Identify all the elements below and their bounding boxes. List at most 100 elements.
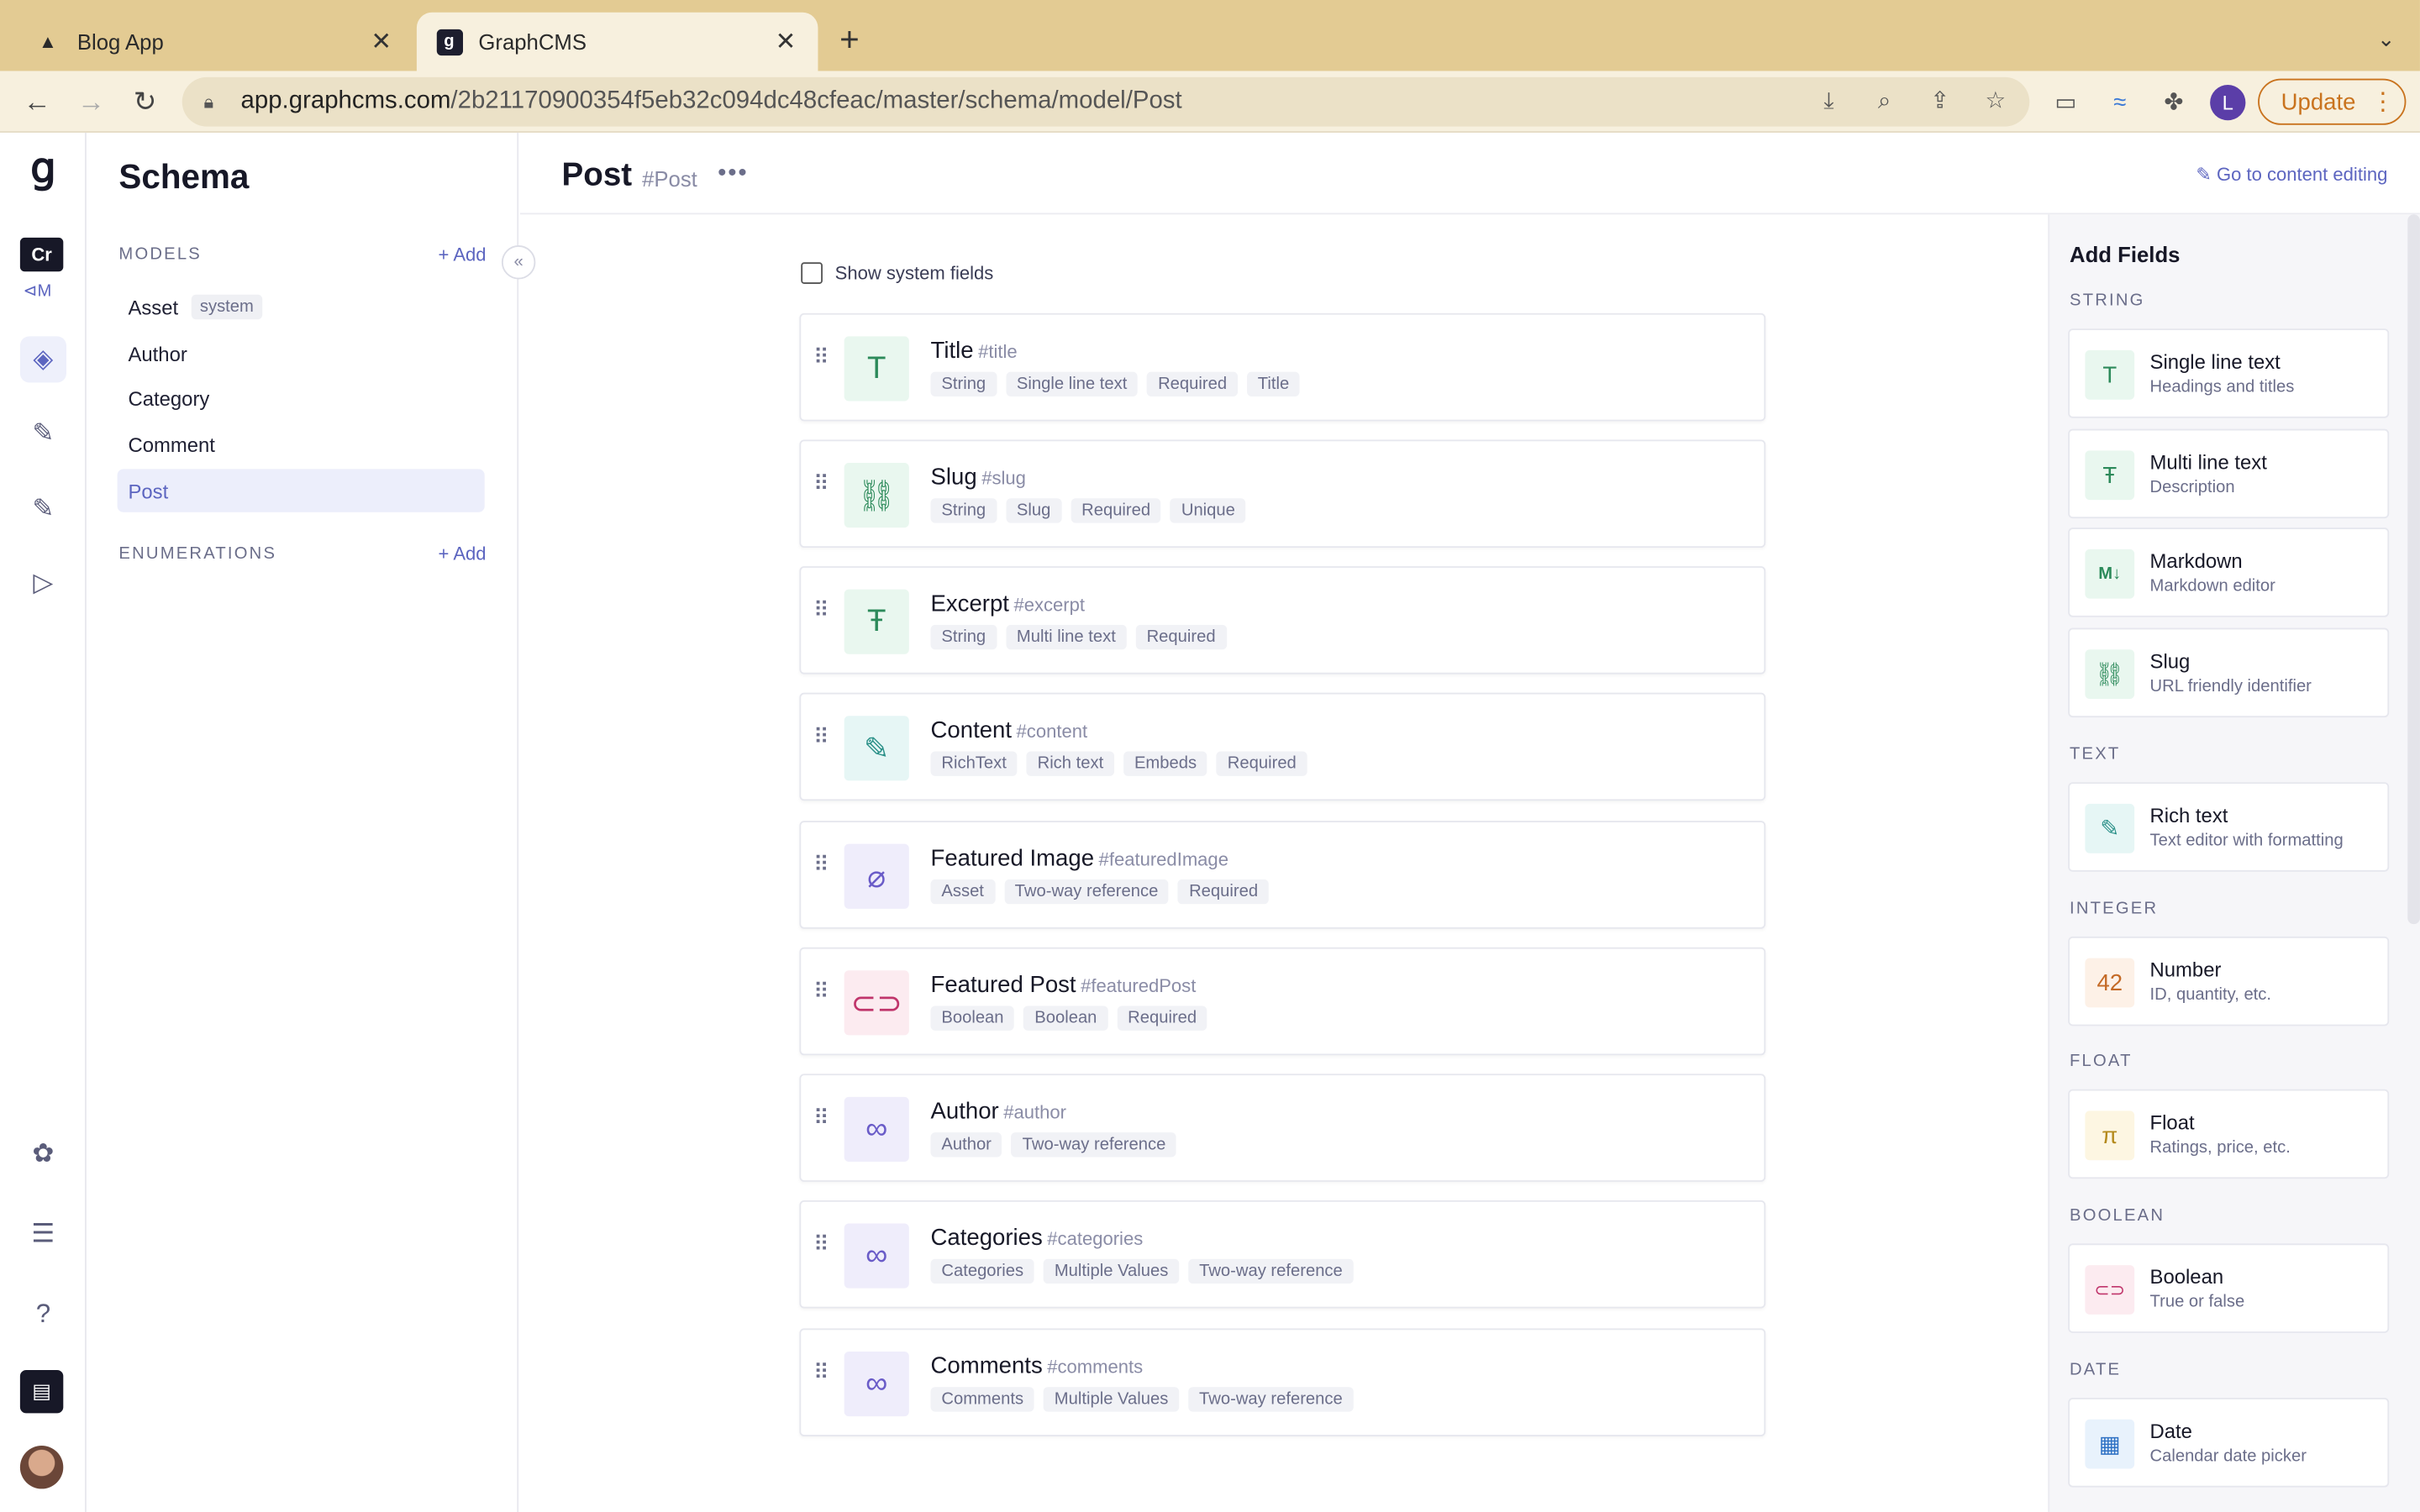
close-icon[interactable]: ✕ xyxy=(771,26,799,57)
tab-blog-app[interactable]: ▲ Blog App ✕ xyxy=(15,13,413,71)
new-tab-plus-icon[interactable]: + xyxy=(839,23,860,57)
field-type-name: Multi line text xyxy=(2149,450,2267,474)
reference-icon: ∞ xyxy=(844,1223,909,1289)
tab-graphcms[interactable]: g GraphCMS ✕ xyxy=(416,12,818,71)
reload-icon[interactable]: ↻ xyxy=(127,83,164,120)
graphcms-logo-icon[interactable]: 𝗀 xyxy=(20,144,66,192)
number-icon: 42 xyxy=(2085,958,2135,1008)
forward-arrow-icon[interactable]: → xyxy=(72,83,109,120)
chat-icon[interactable]: ▤ xyxy=(19,1369,64,1414)
model-name: Asset xyxy=(128,295,179,319)
field-api-id: #excerpt xyxy=(1013,594,1085,616)
zoom-icon[interactable]: ⌕ xyxy=(1869,87,1900,118)
field-type-slug[interactable]: ⛓︎ Slug URL friendly identifier xyxy=(2068,627,2390,718)
project-badge[interactable]: Cr xyxy=(19,237,64,272)
profile-avatar[interactable]: L xyxy=(2210,85,2246,121)
model-name: Comment xyxy=(128,433,215,456)
drag-handle-icon[interactable]: ⠿ xyxy=(813,853,832,890)
field-type-number[interactable]: 42 Number ID, quantity, etc. xyxy=(2068,936,2390,1026)
schema-layers-icon[interactable]: ◈ xyxy=(19,336,66,383)
field-type-boolean[interactable]: ⊂⊃ Boolean True or false xyxy=(2068,1243,2390,1333)
close-icon[interactable]: ✕ xyxy=(367,26,395,57)
model-item-post[interactable]: Post xyxy=(117,469,485,512)
field-type-name: Single line text xyxy=(2149,349,2281,374)
content-edit-icon[interactable]: ✎ xyxy=(20,486,66,533)
field-tag: Required xyxy=(1117,1005,1208,1031)
field-type-float[interactable]: π Float Ratings, price, etc. xyxy=(2068,1089,2390,1179)
field-name-text: Featured Post xyxy=(930,972,1076,999)
checkbox[interactable] xyxy=(801,262,823,284)
add-fields-panel: Add Fields STRING T Single line text Hea… xyxy=(2048,214,2420,1512)
drag-handle-icon[interactable]: ⠿ xyxy=(813,979,832,1017)
drag-handle-icon[interactable]: ⠿ xyxy=(813,1361,832,1398)
field-type-multi-line-text[interactable]: Ŧ Multi line text Description xyxy=(2068,428,2390,519)
drag-handle-icon[interactable]: ⠿ xyxy=(813,472,832,509)
field-card-author[interactable]: ⠿ ∞ Author #author Author Two-way referen… xyxy=(799,1074,1766,1182)
enumerations-label: ENUMERATIONS xyxy=(118,544,277,564)
field-type-name: Date xyxy=(2149,1419,2192,1443)
category-label-float: FLOAT xyxy=(2070,1052,2133,1071)
webhooks-icon[interactable]: ✿ xyxy=(20,1131,66,1177)
play-icon[interactable]: ▷ xyxy=(20,560,66,606)
star-icon[interactable]: ☆ xyxy=(1980,87,2011,118)
puzzle-icon[interactable]: ✤ xyxy=(2158,87,2191,119)
field-card-excerpt[interactable]: ⠿ Ŧ Excerpt #excerpt String Multi line te… xyxy=(799,566,1766,675)
scrollbar[interactable] xyxy=(2407,214,2420,925)
field-type-single-line-text[interactable]: T Single line text Headings and titles xyxy=(2068,328,2390,418)
field-name-text: Excerpt xyxy=(930,591,1009,617)
field-card-title[interactable]: ⠿ T Title #title String Single line text … xyxy=(799,312,1766,422)
category-label-string: STRING xyxy=(2070,291,2145,311)
extension-wave-icon[interactable]: ≈ xyxy=(2103,87,2136,119)
field-type-markdown[interactable]: M↓ Markdown Markdown editor xyxy=(2068,528,2390,617)
address-bar[interactable]: 🔒︎ app.graphcms.com/2b21170900354f5eb32c… xyxy=(182,76,2030,127)
field-api-id: #comments xyxy=(1047,1356,1144,1378)
drag-handle-icon[interactable]: ⠿ xyxy=(813,1106,832,1143)
field-type-desc: True or false xyxy=(2149,1293,2245,1312)
share-icon[interactable]: ⇪ xyxy=(1924,87,1955,118)
field-tag: Categories xyxy=(930,1258,1034,1284)
field-tag: Two-way reference xyxy=(1011,1132,1177,1158)
drag-handle-icon[interactable]: ⠿ xyxy=(813,1233,832,1270)
chevron-down-icon[interactable]: ⌄ xyxy=(2377,26,2396,52)
collapse-sidebar-icon[interactable]: « xyxy=(501,245,536,280)
field-tags: Boolean Boolean Required xyxy=(930,1005,1208,1031)
field-tag: Boolean xyxy=(1023,1005,1108,1031)
field-card-featured-image[interactable]: ⠿ ⌀ Featured Image #featuredImage Asset T… xyxy=(799,821,1766,929)
field-api-id: #author xyxy=(1003,1101,1066,1124)
install-icon[interactable]: ⤓ xyxy=(1813,87,1844,118)
drag-handle-icon[interactable]: ⠿ xyxy=(813,725,832,763)
field-api-id: #slug xyxy=(981,467,1026,490)
add-enumeration-button[interactable]: + Add xyxy=(439,543,487,565)
help-icon[interactable]: ? xyxy=(20,1291,66,1337)
update-button[interactable]: Update ⋮ xyxy=(2258,78,2407,125)
environment-label: ⊲M xyxy=(23,282,52,302)
cast-icon[interactable]: ▭ xyxy=(2049,87,2082,119)
model-item-category[interactable]: Category xyxy=(118,376,485,419)
back-arrow-icon[interactable]: ← xyxy=(18,83,55,120)
avatar[interactable] xyxy=(19,1445,64,1489)
field-card-comments[interactable]: ⠿ ∞ Comments #comments Comments Multiple … xyxy=(799,1328,1766,1436)
model-item-author[interactable]: Author xyxy=(118,332,485,375)
model-item-asset[interactable]: Asset system xyxy=(118,286,485,328)
drag-handle-icon[interactable]: ⠿ xyxy=(813,345,832,383)
field-card-featured-post[interactable]: ⠿ ⊂⊃ Featured Post #featuredPost Boolean … xyxy=(799,947,1766,1056)
field-name-text: Slug xyxy=(930,464,977,491)
show-system-fields-toggle[interactable]: Show system fields xyxy=(801,262,993,284)
field-tag: Required xyxy=(1071,498,1161,523)
field-card-categories[interactable]: ⠿ ∞ Categories #categories Categories Mul… xyxy=(799,1200,1766,1309)
field-tag: String xyxy=(930,371,997,397)
text-icon: T xyxy=(844,336,909,402)
add-model-button[interactable]: + Add xyxy=(439,244,487,265)
drag-handle-icon[interactable]: ⠿ xyxy=(813,599,832,636)
content-edit-icon[interactable]: ✎ xyxy=(20,411,66,457)
field-name-text: Content xyxy=(930,717,1013,744)
field-type-rich-text[interactable]: ✎ Rich text Text editor with formatting xyxy=(2068,782,2390,872)
model-item-comment[interactable]: Comment xyxy=(118,423,485,465)
field-tags: Comments Multiple Values Two-way referen… xyxy=(930,1387,1354,1412)
go-to-content-editing-link[interactable]: ✎ Go to content editing xyxy=(2196,164,2387,186)
field-card-slug[interactable]: ⠿ ⛓︎ Slug #slug String Slug Required Uniq… xyxy=(799,439,1766,549)
field-card-content[interactable]: ⠿ ✎ Content #content RichText Rich text E… xyxy=(799,692,1766,801)
settings-sliders-icon[interactable]: ☰ xyxy=(20,1211,66,1257)
more-horizontal-icon[interactable]: ••• xyxy=(718,160,748,188)
field-type-date[interactable]: ▦ Date Calendar date picker xyxy=(2068,1398,2390,1488)
